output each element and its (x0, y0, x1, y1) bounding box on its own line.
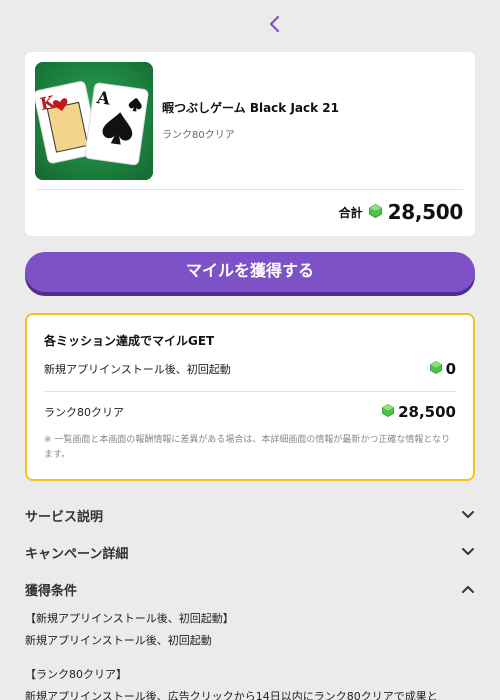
condition-heading: 【新規アプリインストール後、初回起動】 (25, 612, 234, 625)
mission-row-value: 0 (445, 360, 456, 378)
gem-icon (382, 403, 395, 421)
mission-row-value: 28,500 (398, 403, 456, 421)
gem-icon (368, 203, 382, 222)
earn-miles-button[interactable]: マイルを獲得する (25, 252, 475, 292)
game-thumbnail: K A (35, 62, 153, 180)
game-subtitle: ランク80クリア (162, 130, 235, 141)
condition-text: 新規アプリインストール後、初回起動 (25, 634, 212, 647)
total-label: 合計 (338, 205, 363, 220)
mission-row: 新規アプリインストール後、初回起動 0 (44, 360, 456, 378)
mission-box: 各ミッション達成でマイルGET 新規アプリインストール後、初回起動 0 ランク8… (25, 313, 475, 481)
accordion-service-description[interactable]: サービス説明 (25, 502, 475, 528)
chevron-down-icon (462, 511, 474, 518)
chevron-down-icon (462, 548, 474, 555)
chevron-left-icon (269, 15, 280, 33)
accordion-label: 獲得条件 (25, 583, 78, 599)
divider (37, 189, 463, 190)
divider (44, 391, 456, 392)
mission-row: ランク80クリア 28,500 (44, 403, 456, 421)
offer-card: K A 暇つぶしゲーム Black Jack 21 ランク80クリア 合計 28… (25, 52, 475, 236)
back-button[interactable] (262, 10, 288, 38)
disclaimer-note: ※ 一覧画面と本画面の報酬情報に差異がある場合は、本詳細画面の情報が最新かつ正確… (44, 435, 451, 460)
condition-heading: 【ランク80クリア】 (25, 668, 127, 681)
accordion-label: キャンペーン詳細 (25, 546, 129, 562)
condition-text: 新規アプリインストール後、広告クリックから14日以内にランク80クリアで成果と (25, 690, 438, 700)
accordion-campaign-details[interactable]: キャンペーン詳細 (25, 539, 475, 565)
mission-title: 各ミッション達成でマイルGET (44, 334, 215, 348)
game-title: 暇つぶしゲーム Black Jack 21 (162, 101, 339, 115)
total-row: 合計 28,500 (338, 200, 464, 224)
total-value: 28,500 (387, 200, 464, 224)
chevron-up-icon (462, 586, 474, 593)
mission-row-label: 新規アプリインストール後、初回起動 (44, 363, 231, 376)
mission-row-label: ランク80クリア (44, 406, 124, 419)
accordion-label: サービス説明 (25, 509, 104, 525)
gem-icon (429, 360, 442, 378)
accordion-earning-conditions[interactable]: 獲得条件 (25, 576, 475, 602)
